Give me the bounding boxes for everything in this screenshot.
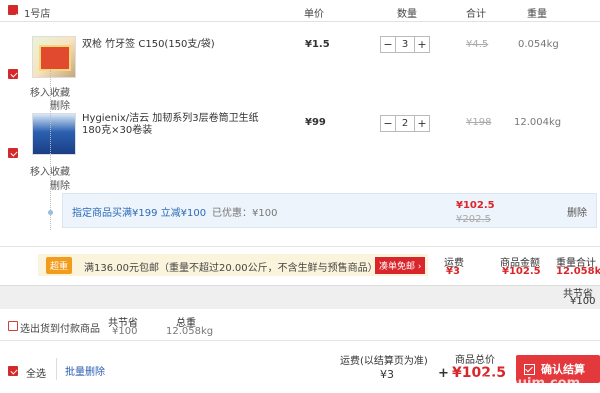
product-image[interactable] (32, 113, 76, 155)
watermark-text: 惠咖 huim.com (478, 376, 581, 391)
total-price-label: 商品总价 (455, 355, 495, 366)
col-weight-header: 重量 (527, 9, 547, 20)
item-subtotal: ¥198 (466, 117, 492, 128)
freight-value: ¥3 (446, 266, 460, 277)
cod-checkbox[interactable] (8, 321, 18, 331)
promo-dot-icon (48, 210, 53, 215)
savings-band (0, 285, 600, 309)
saved-value: ¥100 (112, 326, 138, 337)
item-subtotal: ¥4.5 (466, 39, 489, 50)
cart-header: 1号店 单价 数量 合计 重量 (0, 0, 600, 22)
unit-price: ¥99 (305, 117, 326, 128)
divider (56, 358, 57, 380)
unit-price: ¥1.5 (305, 39, 330, 50)
savings-value: ¥100 (570, 296, 596, 307)
select-all-checkbox[interactable] (8, 366, 18, 376)
item-weight: 12.004kg (514, 117, 562, 128)
weight-total-value: 12.058kg (556, 266, 600, 277)
item-weight: 0.054kg (518, 39, 559, 50)
quantity-value[interactable]: 2 (395, 116, 415, 131)
footer-freight-label: 运费(以结算页为准) (340, 356, 428, 367)
item-checkbox[interactable] (8, 69, 18, 79)
total-weight-value: 12.058kg (166, 326, 214, 337)
plus-sign: + (438, 366, 449, 381)
promo-original-price: ¥202.5 (456, 214, 491, 225)
promo-text[interactable]: 指定商品买满¥199 立减¥100 (72, 204, 206, 219)
product-image[interactable] (32, 36, 76, 78)
divider (0, 246, 600, 247)
promo-delete-link[interactable]: 删除 (567, 204, 587, 219)
minus-button[interactable]: − (381, 37, 395, 52)
store-checkbox[interactable] (8, 5, 18, 15)
product-name[interactable]: 双枪 竹牙签 C150(150支/袋) (82, 35, 282, 50)
group-connector-line (50, 70, 51, 230)
item-checkbox[interactable] (8, 148, 18, 158)
col-price-header: 单价 (304, 9, 324, 20)
footer-freight-value: ¥3 (380, 368, 394, 381)
plus-button[interactable]: + (415, 116, 429, 131)
goods-amount-value: ¥102.5 (502, 266, 541, 277)
batch-delete-link[interactable]: 批量删除 (65, 363, 105, 378)
add-items-free-shipping-button[interactable]: 凑单免邮 › (375, 257, 426, 274)
plus-button[interactable]: + (415, 37, 429, 52)
cod-label[interactable]: 选出货到付款商品 (20, 320, 100, 335)
quantity-stepper[interactable]: − 3 + (380, 36, 430, 53)
select-all-label[interactable]: 全选 (26, 365, 46, 380)
store-name[interactable]: 1号店 (24, 5, 50, 20)
quantity-stepper[interactable]: − 2 + (380, 115, 430, 132)
product-name[interactable]: Hygienix/洁云 加韧系列3层卷筒卫生纸 180克×30卷装 (82, 113, 267, 137)
promo-price: ¥102.5 (456, 200, 495, 211)
col-qty-header: 数量 (397, 9, 417, 20)
shipping-info: 满136.00元包邮（重量不超过20.00公斤，不含生鲜与预售商品） (84, 263, 378, 274)
delete-link[interactable]: 删除 (50, 97, 70, 112)
promo-saved: 已优惠：¥100 (212, 208, 278, 219)
col-total-header: 合计 (466, 9, 486, 20)
quantity-value[interactable]: 3 (395, 37, 415, 52)
minus-button[interactable]: − (381, 116, 395, 131)
overweight-badge: 超重 (46, 257, 73, 274)
delete-link[interactable]: 删除 (50, 177, 70, 192)
